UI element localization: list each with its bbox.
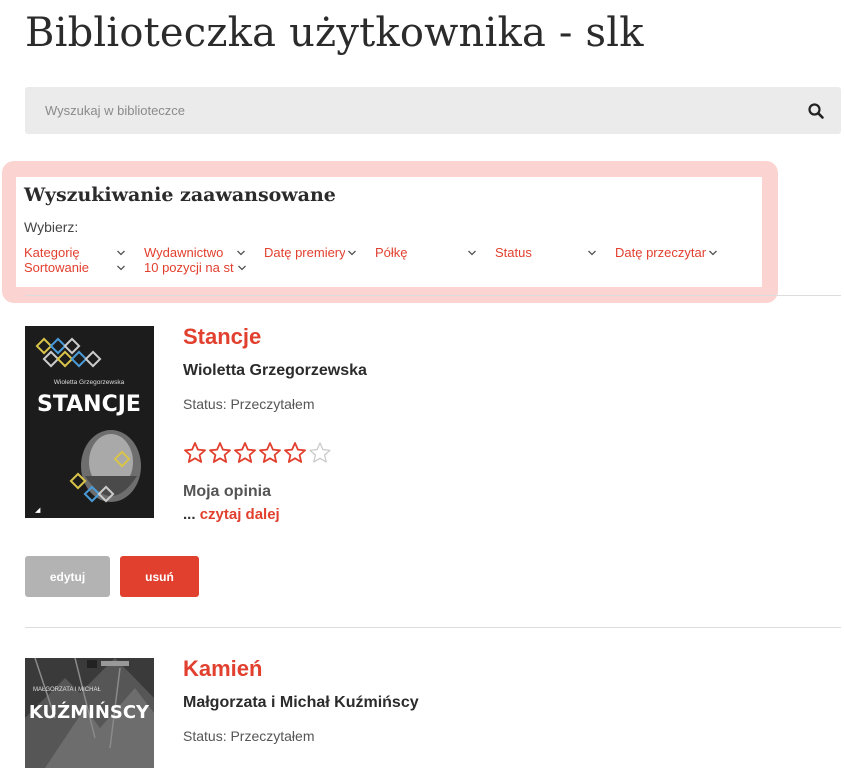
read-more-line: ... czytaj dalej — [183, 506, 280, 523]
star-icon[interactable] — [283, 441, 307, 464]
opinion-label: Moja opinia — [183, 483, 271, 500]
search-icon — [808, 103, 824, 119]
chevron-down-icon — [468, 250, 476, 255]
book-author: Wioletta Grzegorzewska — [183, 362, 367, 379]
read-more-prefix: ... — [183, 506, 196, 523]
filter-publisher[interactable]: Wydawnictwo — [144, 245, 246, 260]
divider — [25, 295, 841, 296]
book-cover-image: Wioletta Grzegorzewska STANCJE ◢ — [25, 326, 154, 518]
filter-label: 10 pozycji na st — [144, 260, 234, 275]
book-cover[interactable]: Wioletta Grzegorzewska STANCJE ◢ — [25, 326, 154, 518]
chevron-down-icon — [709, 250, 717, 255]
choose-label: Wybierz: — [24, 219, 79, 235]
chevron-down-icon — [237, 250, 245, 255]
book-cover[interactable]: MAŁGORZATA I MICHAŁ KUŹMIŃSCY — [25, 658, 154, 768]
read-more-link[interactable]: czytaj dalej — [200, 506, 280, 523]
edit-button[interactable]: edytuj — [25, 556, 110, 597]
filter-label: Status — [495, 245, 532, 260]
chevron-down-icon — [238, 265, 246, 270]
star-icon[interactable] — [208, 441, 232, 464]
filter-category[interactable]: Kategorię — [24, 245, 126, 260]
book-status: Status: Przeczytałem — [183, 728, 315, 744]
advanced-search-panel: Wyszukiwanie zaawansowane Wybierz: Kateg… — [2, 161, 778, 303]
filter-label: Półkę — [375, 245, 408, 260]
cover-author-text: MAŁGORZATA I MICHAŁ — [33, 687, 101, 693]
cover-title-text: KUŹMIŃSCY — [29, 701, 150, 723]
star-icon[interactable] — [258, 441, 282, 464]
cover-title-text: STANCJE — [37, 392, 141, 417]
svg-text:◢: ◢ — [35, 507, 41, 514]
page-title: Biblioteczka użytkownika - slk — [25, 10, 644, 56]
search-input[interactable] — [25, 87, 785, 134]
search-button[interactable] — [807, 102, 825, 120]
filter-shelf[interactable]: Półkę — [375, 245, 477, 260]
star-icon[interactable] — [308, 441, 332, 464]
rating-stars — [183, 441, 332, 464]
filter-label: Kategorię — [24, 245, 80, 260]
advanced-search-title: Wyszukiwanie zaawansowane — [24, 184, 336, 206]
star-icon[interactable] — [183, 441, 207, 464]
book-title[interactable]: Kamień — [183, 656, 262, 682]
filter-label: Datę premiery — [264, 245, 345, 260]
filter-label: Datę przeczytar — [615, 245, 706, 260]
book-title[interactable]: Stancje — [183, 324, 261, 350]
filter-read-date[interactable]: Datę przeczytar — [615, 245, 718, 260]
filter-sorting[interactable]: Sortowanie — [24, 260, 126, 275]
filter-premiere-date[interactable]: Datę premiery — [264, 245, 357, 260]
search-bar — [25, 87, 841, 134]
book-cover-image: MAŁGORZATA I MICHAŁ KUŹMIŃSCY — [25, 658, 154, 768]
chevron-down-icon — [588, 250, 596, 255]
book-status: Status: Przeczytałem — [183, 396, 315, 412]
star-icon[interactable] — [233, 441, 257, 464]
cover-author-text: Wioletta Grzegorzewska — [54, 379, 125, 386]
chevron-down-icon — [117, 250, 125, 255]
chevron-down-icon — [348, 250, 356, 255]
divider — [25, 627, 841, 628]
filter-label: Wydawnictwo — [144, 245, 224, 260]
delete-button[interactable]: usuń — [120, 556, 199, 597]
filter-label: Sortowanie — [24, 260, 90, 275]
advanced-search-content: Wyszukiwanie zaawansowane Wybierz: Kateg… — [16, 177, 762, 287]
filter-page-size[interactable]: 10 pozycji na st — [144, 260, 247, 275]
filter-status[interactable]: Status — [495, 245, 597, 260]
chevron-down-icon — [117, 265, 125, 270]
book-author: Małgorzata i Michał Kuźmińscy — [183, 694, 419, 711]
